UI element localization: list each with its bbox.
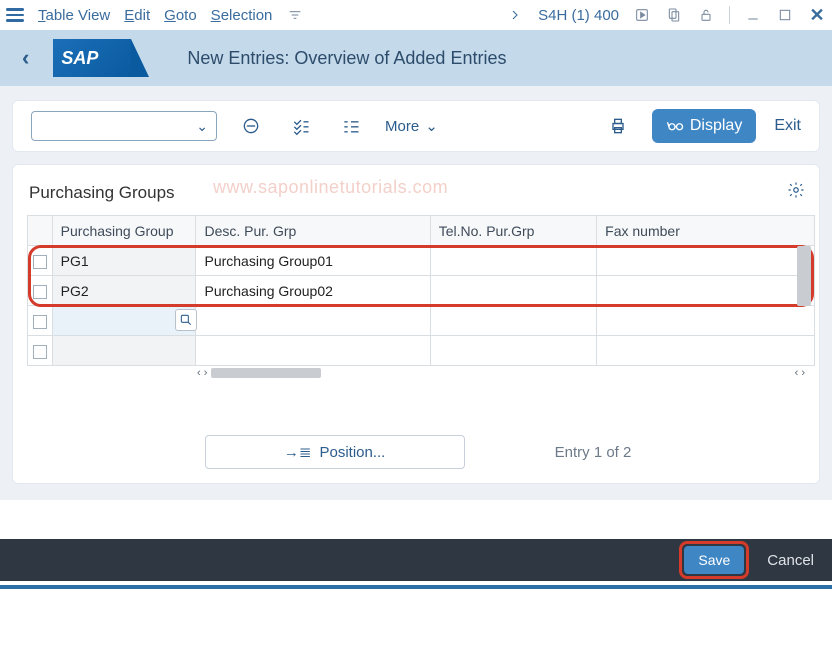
cell-tel[interactable]: [430, 306, 596, 336]
variant-dropdown[interactable]: ⌄: [31, 111, 217, 141]
cell-pg[interactable]: PG2: [52, 276, 196, 306]
maximize-icon[interactable]: [776, 6, 794, 24]
exit-button[interactable]: Exit: [774, 117, 801, 135]
cell-fax[interactable]: [597, 276, 815, 306]
table-row[interactable]: [28, 336, 815, 366]
hamburger-icon[interactable]: [6, 8, 24, 22]
back-button[interactable]: ‹: [14, 41, 37, 75]
play-icon[interactable]: [633, 6, 651, 24]
save-highlight: Save: [679, 541, 749, 579]
page-title: New Entries: Overview of Added Entries: [147, 48, 818, 69]
cell-fax[interactable]: [597, 246, 815, 276]
cell-desc[interactable]: Purchasing Group01: [196, 246, 430, 276]
cell-tel[interactable]: [430, 246, 596, 276]
menu-selection[interactable]: Selection: [211, 7, 273, 24]
bottom-accent-line: [0, 585, 832, 589]
gear-icon[interactable]: [787, 181, 805, 202]
value-help-icon[interactable]: [175, 309, 197, 331]
chevron-down-icon: ⌄: [196, 118, 208, 135]
deselect-icon[interactable]: [235, 110, 267, 142]
more-menu[interactable]: More⌄: [385, 117, 438, 135]
row-checkbox[interactable]: [33, 315, 47, 329]
chevron-right-icon[interactable]: [506, 6, 524, 24]
horizontal-scrollbar[interactable]: [211, 368, 321, 378]
position-button[interactable]: →≣ Position...: [205, 435, 465, 469]
cell-fax[interactable]: [597, 336, 815, 366]
new-session-icon[interactable]: [665, 6, 683, 24]
cell-desc[interactable]: [196, 306, 430, 336]
col-checkbox: [28, 216, 53, 246]
close-icon[interactable]: ✕: [808, 6, 826, 24]
menu-edit[interactable]: Edit: [124, 7, 150, 24]
col-fax[interactable]: Fax number: [597, 216, 815, 246]
position-icon: →≣: [284, 443, 312, 461]
header-bar: ‹ SAP New Entries: Overview of Added Ent…: [0, 30, 832, 86]
entry-count-label: Entry 1 of 2: [555, 444, 632, 461]
row-checkbox[interactable]: [33, 255, 47, 269]
filter-icon[interactable]: [286, 6, 304, 24]
section-title: Purchasing Groups: [29, 183, 809, 203]
glasses-icon: [666, 117, 684, 135]
horizontal-scrollbar-row: ‹ › ‹ ›: [27, 365, 809, 381]
table-row[interactable]: PG1 Purchasing Group01: [28, 246, 815, 276]
toolbar: ⌄ More⌄ Display Exit: [12, 100, 820, 152]
cancel-button[interactable]: Cancel: [767, 552, 814, 569]
row-checkbox[interactable]: [33, 285, 47, 299]
cell-tel[interactable]: [430, 276, 596, 306]
minimize-icon[interactable]: [744, 6, 762, 24]
menu-goto[interactable]: Goto: [164, 7, 197, 24]
vertical-scrollbar[interactable]: [797, 246, 811, 306]
row-checkbox[interactable]: [33, 345, 47, 359]
cell-pg[interactable]: [52, 336, 196, 366]
unlock-icon[interactable]: [697, 6, 715, 24]
cell-desc[interactable]: Purchasing Group02: [196, 276, 430, 306]
cell-desc[interactable]: [196, 336, 430, 366]
separator: [729, 6, 730, 24]
table-row[interactable]: [28, 306, 815, 336]
scroll-left-right-icon[interactable]: ‹ ›: [791, 365, 809, 381]
save-button[interactable]: Save: [684, 546, 744, 574]
chevron-down-icon: ⌄: [425, 117, 438, 135]
col-purchasing-group[interactable]: Purchasing Group: [52, 216, 196, 246]
purchasing-groups-table: Purchasing Group Desc. Pur. Grp Tel.No. …: [27, 215, 815, 366]
cell-pg[interactable]: PG1: [52, 246, 196, 276]
col-tel[interactable]: Tel.No. Pur.Grp: [430, 216, 596, 246]
cell-tel[interactable]: [430, 336, 596, 366]
menubar: Table View Edit Goto Selection S4H (1) 4…: [0, 0, 832, 30]
cell-fax[interactable]: [597, 306, 815, 336]
print-icon[interactable]: [602, 110, 634, 142]
menu-table-view[interactable]: Table View: [38, 7, 110, 24]
deselect-all-icon[interactable]: [335, 110, 367, 142]
position-bar: →≣ Position... Entry 1 of 2: [27, 435, 809, 469]
table-wrap: Purchasing Group Desc. Pur. Grp Tel.No. …: [27, 215, 809, 366]
display-button[interactable]: Display: [652, 109, 756, 143]
system-label: S4H (1) 400: [538, 7, 619, 24]
table-row[interactable]: PG2 Purchasing Group02: [28, 276, 815, 306]
content-card: Purchasing Groups www.saponlinetutorials…: [12, 164, 820, 484]
col-description[interactable]: Desc. Pur. Grp: [196, 216, 430, 246]
sap-logo: SAP: [53, 39, 131, 77]
footer-bar: Save Cancel: [0, 539, 832, 581]
select-all-icon[interactable]: [285, 110, 317, 142]
scroll-left-right-icon[interactable]: ‹ ›: [193, 365, 211, 381]
cell-pg-edit[interactable]: [52, 306, 196, 336]
